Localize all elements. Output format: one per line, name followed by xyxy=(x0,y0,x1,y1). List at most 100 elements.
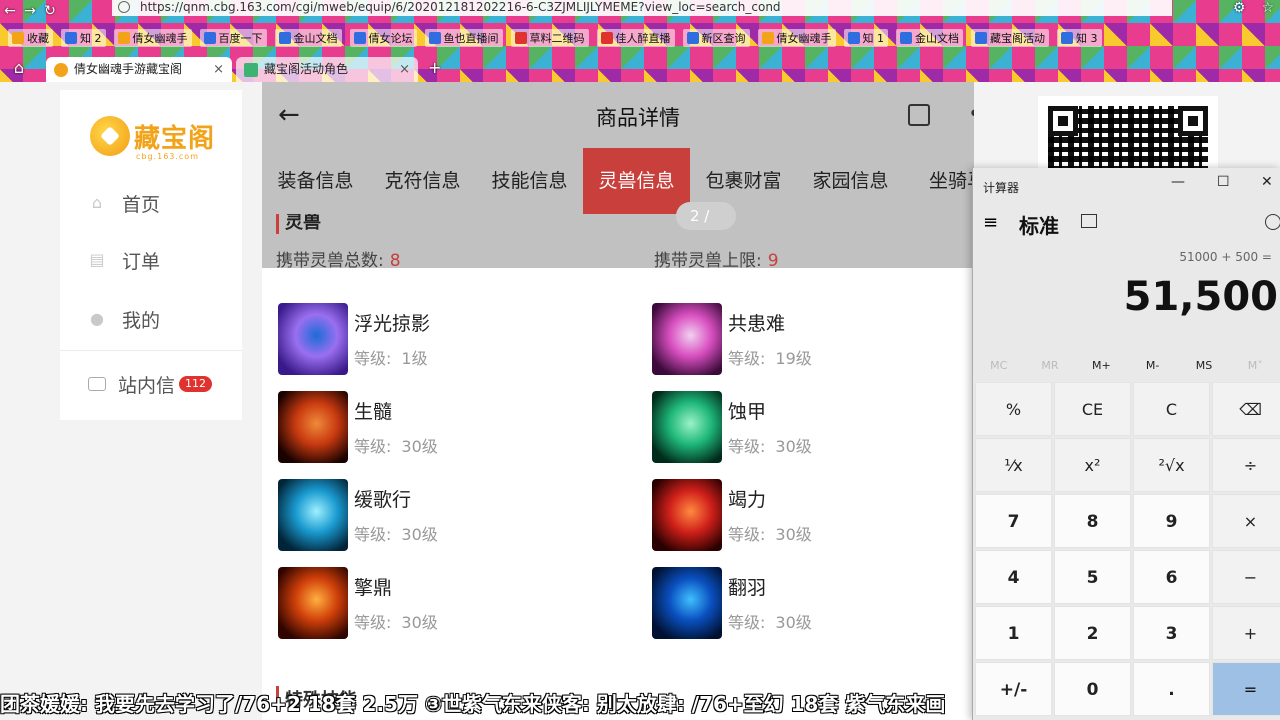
pet-skill-art xyxy=(652,391,722,463)
sidebar-item-orders[interactable]: ▤ 订单 xyxy=(88,245,238,275)
more-icon[interactable]: ••• xyxy=(968,102,974,127)
calc-key-2-2[interactable]: 9 xyxy=(1133,494,1210,548)
tab-activity[interactable]: 藏宝阁活动角色 × xyxy=(236,57,418,82)
tab-6[interactable]: 坐骑马 xyxy=(904,148,974,214)
bookmark-item[interactable]: 收藏 xyxy=(8,29,53,47)
calc-key-2-3[interactable]: × xyxy=(1212,494,1280,548)
bookmark-item[interactable]: 金山文档 xyxy=(274,29,342,47)
history-icon[interactable] xyxy=(1265,214,1280,230)
bookmark-item[interactable]: 百度一下 xyxy=(199,29,267,47)
calc-key-4-1[interactable]: 2 xyxy=(1054,606,1131,660)
bookmark-item[interactable]: 金山文档 xyxy=(896,29,963,47)
calc-key-3-2[interactable]: 6 xyxy=(1133,550,1210,604)
bookmark-item[interactable]: 佳人醉直播 xyxy=(596,29,675,47)
tab-5[interactable]: 家园信息 xyxy=(797,148,904,214)
bookmark-item[interactable]: 新区查询 xyxy=(682,29,750,47)
memory-button-4[interactable]: MS xyxy=(1178,354,1229,378)
level-value: 30级 xyxy=(775,437,812,456)
calc-key-2-0[interactable]: 7 xyxy=(975,494,1052,548)
sidebar-item-home[interactable]: ⌂ 首页 xyxy=(88,188,238,218)
tab-cbg[interactable]: 倩女幽魂手游藏宝阁 × xyxy=(46,57,232,82)
calc-key-0-1[interactable]: CE xyxy=(1054,382,1131,436)
home-icon[interactable]: ⌂ xyxy=(8,58,30,80)
memory-button-5[interactable]: M˅ xyxy=(1230,354,1280,378)
tab-label: 藏宝阁活动角色 xyxy=(264,62,349,76)
new-tab-icon[interactable]: + xyxy=(428,58,441,77)
calc-key-3-3[interactable]: − xyxy=(1212,550,1280,604)
page-header: ← 商品详情 ••• xyxy=(262,82,974,148)
bookmark-item[interactable]: 草料二维码 xyxy=(510,29,589,47)
bookmark-item[interactable]: 知 2 xyxy=(61,29,106,47)
pet-item[interactable]: 缓歌行 等级: 30级 xyxy=(278,479,608,551)
level-value: 19级 xyxy=(775,349,812,368)
bookmark-item[interactable]: 知 3 xyxy=(1057,29,1102,47)
tab-1[interactable]: 克符信息 xyxy=(369,148,476,214)
memory-button-3[interactable]: M- xyxy=(1127,354,1178,378)
calc-key-1-1[interactable]: x² xyxy=(1054,438,1131,492)
forward-icon[interactable]: → xyxy=(20,3,40,19)
star-icon[interactable]: ☆ xyxy=(1261,0,1274,16)
calc-key-1-0[interactable]: ¹⁄x xyxy=(975,438,1052,492)
menu-icon[interactable]: ≡ xyxy=(983,212,998,233)
bookmark-item[interactable]: 倩女论坛 xyxy=(349,29,417,47)
memory-button-1[interactable]: MR xyxy=(1024,354,1075,378)
pet-skill-art xyxy=(278,303,348,375)
page-title: 商品详情 xyxy=(596,106,680,130)
settings-icon[interactable]: ⚙ xyxy=(1233,0,1246,16)
pet-item[interactable]: 翻羽 等级: 30级 xyxy=(652,567,974,639)
calc-key-3-0[interactable]: 4 xyxy=(975,550,1052,604)
pet-item[interactable]: 竭力 等级: 30级 xyxy=(652,479,974,551)
calc-key-4-2[interactable]: 3 xyxy=(1133,606,1210,660)
bookmark-icon xyxy=(12,32,24,44)
tab-0[interactable]: 装备信息 xyxy=(262,148,369,214)
level-label: 等级: xyxy=(728,349,766,368)
bookmark-item[interactable]: 藏宝阁活动 xyxy=(971,29,1049,47)
calc-key-4-3[interactable]: + xyxy=(1212,606,1280,660)
refresh-icon[interactable]: ↻ xyxy=(40,3,60,19)
bookmark-item[interactable]: 倩女幽魂手 xyxy=(757,29,836,47)
calc-key-3-1[interactable]: 5 xyxy=(1054,550,1131,604)
tab-3[interactable]: 灵兽信息 xyxy=(583,148,690,214)
calc-key-0-0[interactable]: % xyxy=(975,382,1052,436)
sidebar-item-inbox[interactable]: 站内信 112 xyxy=(88,369,238,399)
calc-key-1-2[interactable]: ²√x xyxy=(1133,438,1210,492)
calc-key-0-2[interactable]: C xyxy=(1133,382,1210,436)
tab-strip: ⌂ 倩女幽魂手游藏宝阁 × 藏宝阁活动角色 × + xyxy=(0,55,1280,82)
carry-label: 携带灵兽总数: xyxy=(276,251,384,268)
bookmark-item[interactable]: 知 1 xyxy=(843,29,888,47)
close-icon[interactable]: ✕ xyxy=(1261,174,1273,190)
close-icon[interactable]: × xyxy=(399,57,410,82)
share-icon[interactable] xyxy=(908,104,930,126)
calc-key-1-3[interactable]: ÷ xyxy=(1212,438,1280,492)
close-icon[interactable]: × xyxy=(213,57,224,82)
bookmark-item[interactable]: 鱼也直播间 xyxy=(424,29,503,47)
tab-2[interactable]: 技能信息 xyxy=(476,148,583,214)
memory-button-0[interactable]: MC xyxy=(973,354,1024,378)
pet-item[interactable]: 蚀甲 等级: 30级 xyxy=(652,391,974,463)
bookmark-item[interactable]: 倩女幽魂手 xyxy=(113,29,192,47)
danmaku-text: 团茶媛媛: 我要先去学习了/76+2 18套 2.5万 ③世紫气东来侠客: 别太… xyxy=(0,692,946,716)
calc-key-4-0[interactable]: 1 xyxy=(975,606,1052,660)
calc-key-0-3[interactable]: ⌫ xyxy=(1212,382,1280,436)
cbg-logo[interactable]: 藏宝阁 cbg.163.com xyxy=(88,106,218,164)
bookmark-label: 收藏 xyxy=(27,32,49,45)
keep-on-top-icon[interactable] xyxy=(1081,214,1097,228)
pet-item[interactable]: 擎鼎 等级: 30级 xyxy=(278,567,608,639)
site-info-icon[interactable] xyxy=(118,1,130,13)
address-bar[interactable]: https://qnm.cbg.163.com/cgi/mweb/equip/6… xyxy=(112,0,1172,16)
pet-item[interactable]: 共患难 等级: 19级 xyxy=(652,303,974,375)
level-value: 30级 xyxy=(775,613,812,632)
maximize-icon[interactable]: ☐ xyxy=(1217,174,1230,190)
memory-button-2[interactable]: M+ xyxy=(1076,354,1127,378)
back-icon[interactable]: ← xyxy=(0,3,20,19)
calculator-header: ≡ 标准 xyxy=(973,204,1280,244)
pet-item[interactable]: 浮光掠影 等级: 1级 xyxy=(278,303,608,375)
sidebar-item-mine[interactable]: ● 我的 xyxy=(88,304,238,334)
pet-skill-art xyxy=(278,391,348,463)
product-page: ← 商品详情 ••• 装备信息克符信息技能信息灵兽信息包裹财富家园信息坐骑马 灵… xyxy=(262,82,974,720)
bookmark-label: 百度一下 xyxy=(218,32,263,45)
minimize-icon[interactable]: — xyxy=(1171,174,1185,190)
pet-item[interactable]: 生髓 等级: 30级 xyxy=(278,391,608,463)
calc-key-2-1[interactable]: 8 xyxy=(1054,494,1131,548)
bookmark-label: 草料二维码 xyxy=(529,32,585,45)
